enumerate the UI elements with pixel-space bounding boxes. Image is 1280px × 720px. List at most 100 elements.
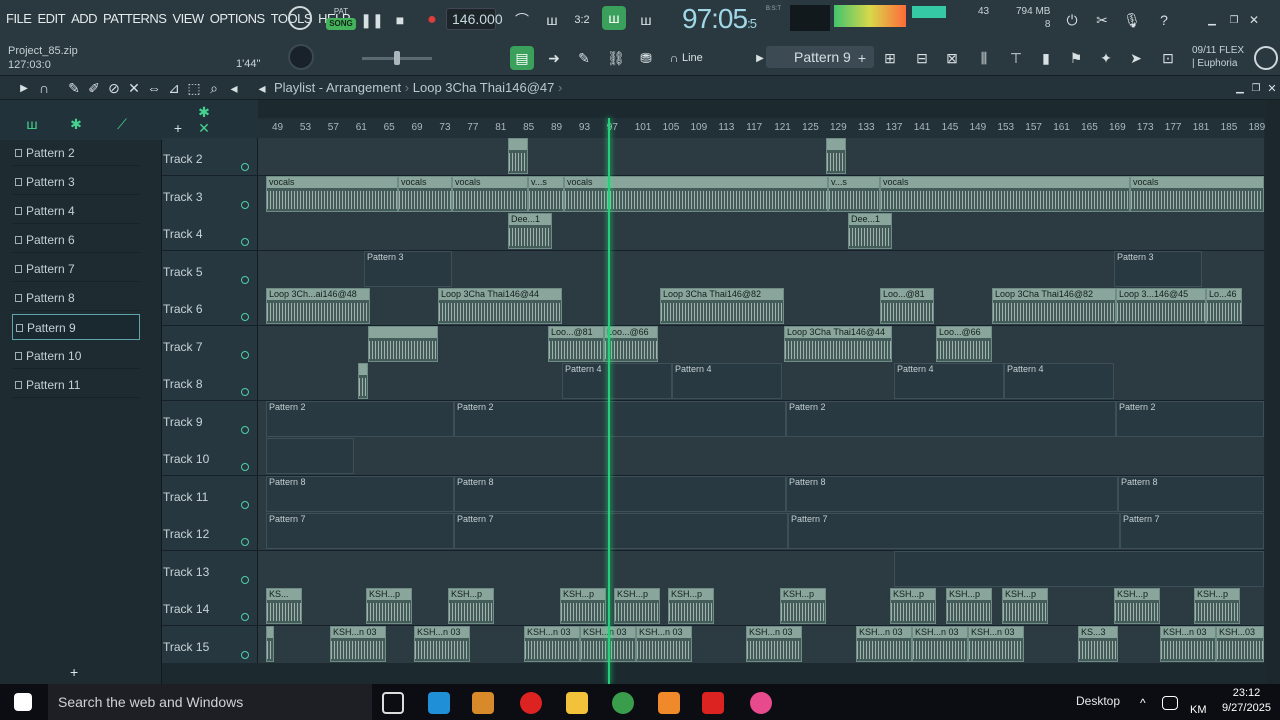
track-label[interactable]: Track 15 (162, 625, 258, 663)
playlist-clip[interactable]: Dee...1 (508, 213, 552, 249)
fl-studio-icon[interactable] (658, 692, 680, 714)
playlist-clip[interactable]: KSH...03 (1216, 625, 1264, 662)
taskbar-search[interactable]: Search the web and Windows (48, 684, 372, 720)
playlist-clip[interactable]: KSH...n 03 (746, 625, 802, 662)
power-icon[interactable]: ⏻ (1060, 8, 1084, 32)
playlist-clip[interactable]: KSH...n 03 (414, 625, 470, 662)
playlist-clip[interactable]: Pattern 7 (266, 513, 454, 549)
media-icon[interactable] (472, 692, 494, 714)
blend-notes-icon[interactable]: ш (602, 6, 626, 30)
timeline-ruler[interactable]: 49 53 57 61 65 69 73 77 81 85 89 93 97 101 105 109 113 11… (258, 118, 1265, 138)
record-icon[interactable]: ● (420, 8, 444, 32)
playlist-clip[interactable]: KSH...p (668, 588, 714, 624)
eq-icon[interactable]: ⫼ (972, 46, 996, 70)
playlist-clip[interactable]: vocals (266, 175, 398, 212)
playlist-clip[interactable]: KSH...p (780, 588, 826, 624)
track-label[interactable]: Track 6 (162, 288, 258, 325)
playlist-clip[interactable]: Pattern 2 (1116, 400, 1264, 437)
performer-icon[interactable]: ✦ (1094, 46, 1118, 70)
pattern-list-item[interactable]: Pattern 9 (12, 314, 140, 340)
playlist-clip[interactable]: v...s (528, 175, 564, 212)
countdown-icon[interactable]: 3:2 (570, 8, 594, 32)
patterns-tab-icon[interactable]: ш (20, 112, 44, 136)
playlist-clip[interactable]: Dee...1 (848, 213, 892, 249)
playlist-clip[interactable]: KSH...n 03 (912, 625, 968, 662)
playlist-clip[interactable]: Pattern 2 (454, 400, 786, 437)
playlist-clip[interactable]: Loop 3Ch...ai146@48 (266, 288, 370, 324)
playlist-clip[interactable]: KSH...n 03 (968, 625, 1024, 662)
track-lane[interactable]: Loop 3Ch...ai146@48 Loop 3Cha Thai146@44 L… (258, 288, 1264, 325)
playlist-clip[interactable]: Loop 3...146@45 (1116, 288, 1206, 324)
track-label[interactable]: Track 2 (162, 138, 258, 175)
pattern-list-item[interactable]: Pattern 3 (12, 169, 140, 195)
microphone-icon[interactable]: 🎙 (1120, 8, 1144, 32)
track-enable-icon[interactable] (241, 613, 249, 621)
playlist-clip[interactable]: Pattern 4 (562, 363, 672, 399)
menu-item[interactable]: OPTIONS (210, 11, 266, 26)
playback-icon[interactable]: ◂ (222, 76, 246, 100)
track-lane[interactable] (258, 550, 1264, 588)
pattern-list-item[interactable]: Pattern 6 (12, 227, 140, 253)
playlist-clip[interactable]: KSH...p (1194, 588, 1240, 624)
pattern-list-item[interactable]: Pattern 7 (12, 256, 140, 282)
playlist-clip[interactable]: KSH...p (614, 588, 660, 624)
track-enable-icon[interactable] (241, 463, 249, 471)
typing-keyboard-icon[interactable]: ⌒ (510, 8, 534, 32)
playlist-clip[interactable]: Pattern 4 (1004, 363, 1114, 399)
playlist-clip[interactable] (368, 325, 438, 362)
track-enable-icon[interactable] (241, 650, 249, 659)
automation-tab-icon[interactable]: ⟋ (110, 112, 134, 136)
tray-chevron-icon[interactable]: ^ (1140, 696, 1154, 710)
track-enable-icon[interactable] (241, 163, 249, 171)
playlist-clip[interactable]: Pattern 8 (454, 475, 786, 512)
track-enable-icon[interactable] (241, 388, 249, 396)
playlist-clip[interactable]: KSH...n 03 (330, 625, 386, 662)
track-lane[interactable]: Loo...@81 Loo...@66 Loop 3Cha Thai146@44 Lo… (258, 325, 1264, 363)
taskbar-clock[interactable]: 23:12 9/27/2025 (1222, 686, 1271, 716)
track-lane[interactable] (258, 138, 1264, 175)
playlist-clip[interactable]: KSH...p (560, 588, 606, 624)
tools-icon[interactable]: ✂ (1090, 8, 1114, 32)
audio-tab-icon[interactable]: ✱ (64, 112, 88, 136)
minimize-icon[interactable]: ▁ (1200, 8, 1224, 32)
stamp-icon[interactable]: ⛃ (634, 46, 658, 70)
playlist-clip[interactable]: Pattern 4 (672, 363, 782, 399)
pattern-list-item[interactable]: Pattern 10 (12, 343, 140, 369)
track-lane[interactable]: Pattern 3 Pattern 3 (258, 250, 1264, 288)
tempo-display[interactable]: 146.000 (446, 8, 503, 30)
track-lane[interactable]: Pattern 2 Pattern 2 Pattern 2 Pattern 2 (258, 400, 1264, 438)
track-enable-icon[interactable] (241, 425, 249, 434)
playlist-clip[interactable]: KSH...n 03 (856, 625, 912, 662)
playlist-clip[interactable]: KSH...p (946, 588, 992, 624)
edge-icon[interactable] (428, 692, 450, 714)
playlist-close-icon[interactable]: ✕ (1260, 76, 1280, 100)
track-enable-icon[interactable] (241, 538, 249, 546)
loop-record-icon[interactable]: ш (634, 8, 658, 32)
track-enable-icon[interactable] (241, 238, 249, 246)
playlist-clip[interactable]: Loop 3Cha Thai146@82 (660, 288, 784, 324)
playlist-clip[interactable] (508, 138, 528, 174)
playhead[interactable] (608, 118, 610, 684)
playlist-clip[interactable]: KSH...p (1114, 588, 1160, 624)
recorder-icon[interactable] (520, 692, 542, 714)
menu-item[interactable]: PATTERNS (103, 11, 167, 26)
track-enable-icon[interactable] (241, 313, 249, 321)
playlist-clip[interactable]: Pattern 2 (786, 400, 1116, 437)
track-enable-icon[interactable] (241, 275, 249, 284)
brush-icon[interactable]: ✎ (572, 46, 596, 70)
piano-roll-icon[interactable]: ⊠ (940, 46, 964, 70)
playlist-clip[interactable] (266, 625, 274, 662)
track-enable-icon[interactable] (241, 575, 249, 584)
track-lane[interactable]: Pattern 4 Pattern 4 Pattern 4 Pattern 4 (258, 363, 1264, 400)
track-label[interactable]: Track 3 (162, 175, 258, 213)
track-lane[interactable]: Dee...1 Dee...1 (258, 213, 1264, 250)
playlist-clip[interactable]: vocals (564, 175, 828, 212)
pattern-list-item[interactable]: Pattern 4 (12, 198, 140, 224)
playlist-clip[interactable]: KS...3 (1078, 625, 1118, 662)
track-lane[interactable]: KSH...n 03 KSH...n 03 KSH...n 03 KSH...n 03… (258, 625, 1264, 663)
menu-item[interactable]: VIEW (172, 11, 204, 26)
add-pattern-icon[interactable]: + (850, 46, 874, 70)
playlist-clip[interactable]: vocals (880, 175, 1130, 212)
remove-track-icon[interactable]: ✕ (192, 116, 216, 140)
pat-song-toggle[interactable]: PAT SONG (326, 6, 356, 34)
